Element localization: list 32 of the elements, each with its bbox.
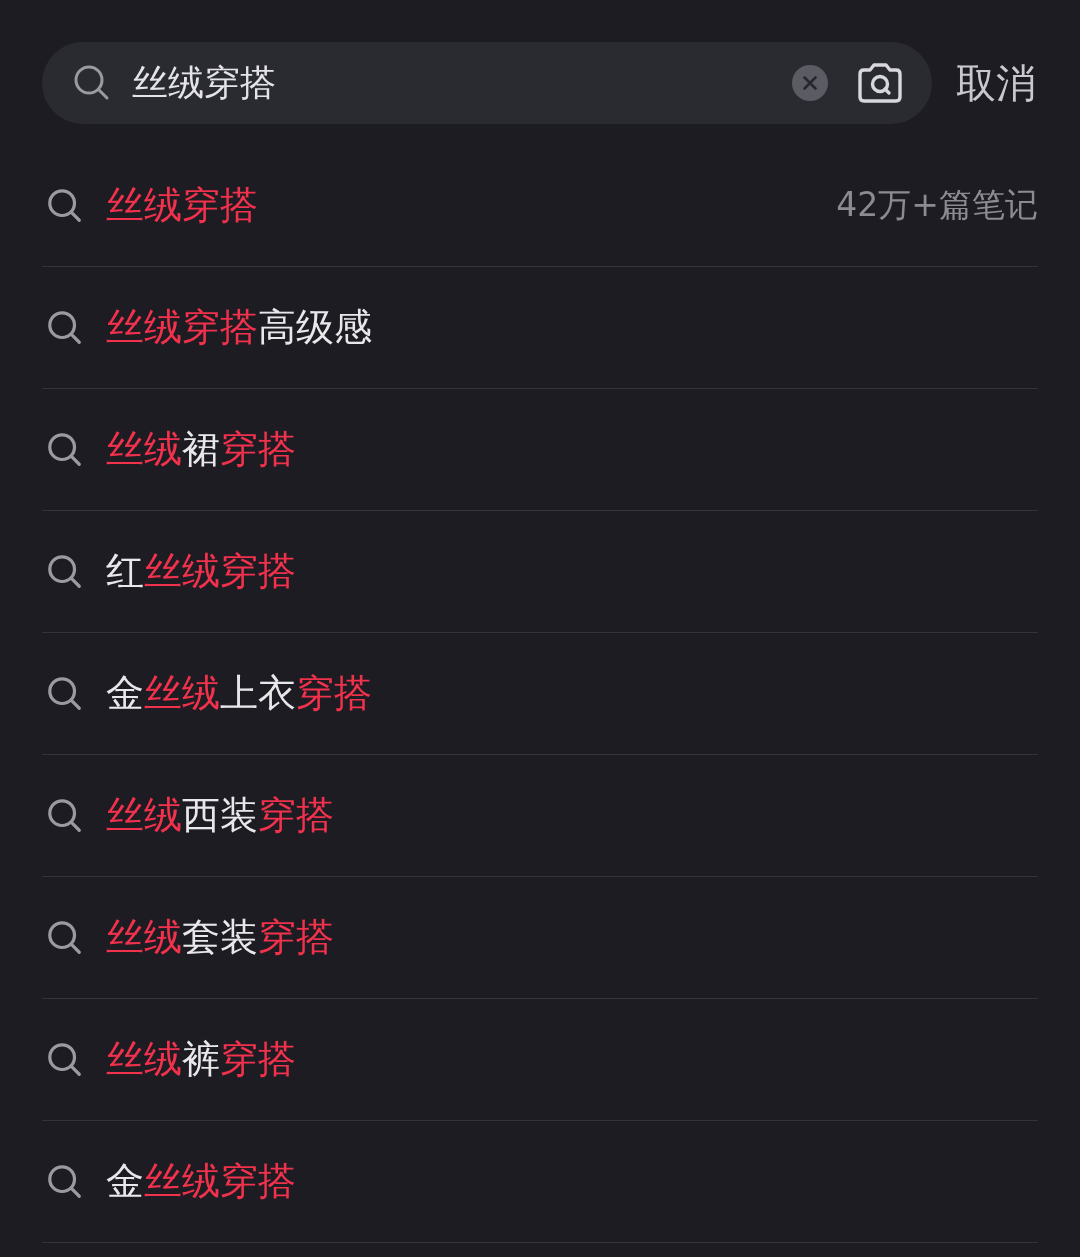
search-icon (46, 1040, 84, 1079)
search-icon (46, 796, 84, 835)
search-icon (46, 552, 84, 591)
suggestion-text: 金丝绒上衣穿搭 (106, 670, 373, 717)
search-bar[interactable]: 丝绒穿搭 (42, 42, 932, 124)
suggestion-text: 红丝绒穿搭 (106, 548, 297, 595)
suggestion-item[interactable]: 丝绒套装穿搭 (42, 877, 1038, 999)
search-field[interactable]: 丝绒穿搭 (132, 62, 792, 104)
cancel-button[interactable]: 取消 (956, 55, 1036, 111)
suggestion-item[interactable]: 丝绒裤穿搭 (42, 999, 1038, 1121)
camera-icon[interactable] (856, 62, 904, 104)
search-icon (46, 1162, 84, 1201)
suggestion-item[interactable]: 丝绒裙穿搭 (42, 389, 1038, 511)
search-icon (46, 918, 84, 957)
suggestion-text: 金丝绒穿搭 (106, 1158, 297, 1205)
suggestion-text: 丝绒穿搭高级感 (106, 304, 373, 351)
suggestion-item[interactable]: 红丝绒穿搭 (42, 511, 1038, 633)
note-count: 42万+篇笔记 (836, 184, 1038, 226)
suggestion-text: 丝绒裤穿搭 (106, 1036, 297, 1083)
suggestion-item[interactable]: 金丝绒上衣穿搭 (42, 633, 1038, 755)
suggestion-item[interactable]: 丝绒穿搭高级感 (42, 267, 1038, 389)
suggestion-text: 丝绒西装穿搭 (106, 792, 335, 839)
suggestion-item[interactable]: 金丝绒穿搭 (42, 1121, 1038, 1243)
suggestion-text: 丝绒穿搭 (106, 182, 259, 229)
search-icon (46, 308, 84, 347)
search-icon (46, 674, 84, 713)
suggestion-item[interactable]: 丝绒西装穿搭 (42, 755, 1038, 877)
search-icon (46, 430, 84, 469)
suggestion-item[interactable]: 丝绒穿搭 42万+篇笔记 (42, 145, 1038, 267)
suggestion-text: 丝绒套装穿搭 (106, 914, 335, 961)
search-icon (46, 186, 84, 225)
suggestion-text: 丝绒裙穿搭 (106, 426, 297, 473)
